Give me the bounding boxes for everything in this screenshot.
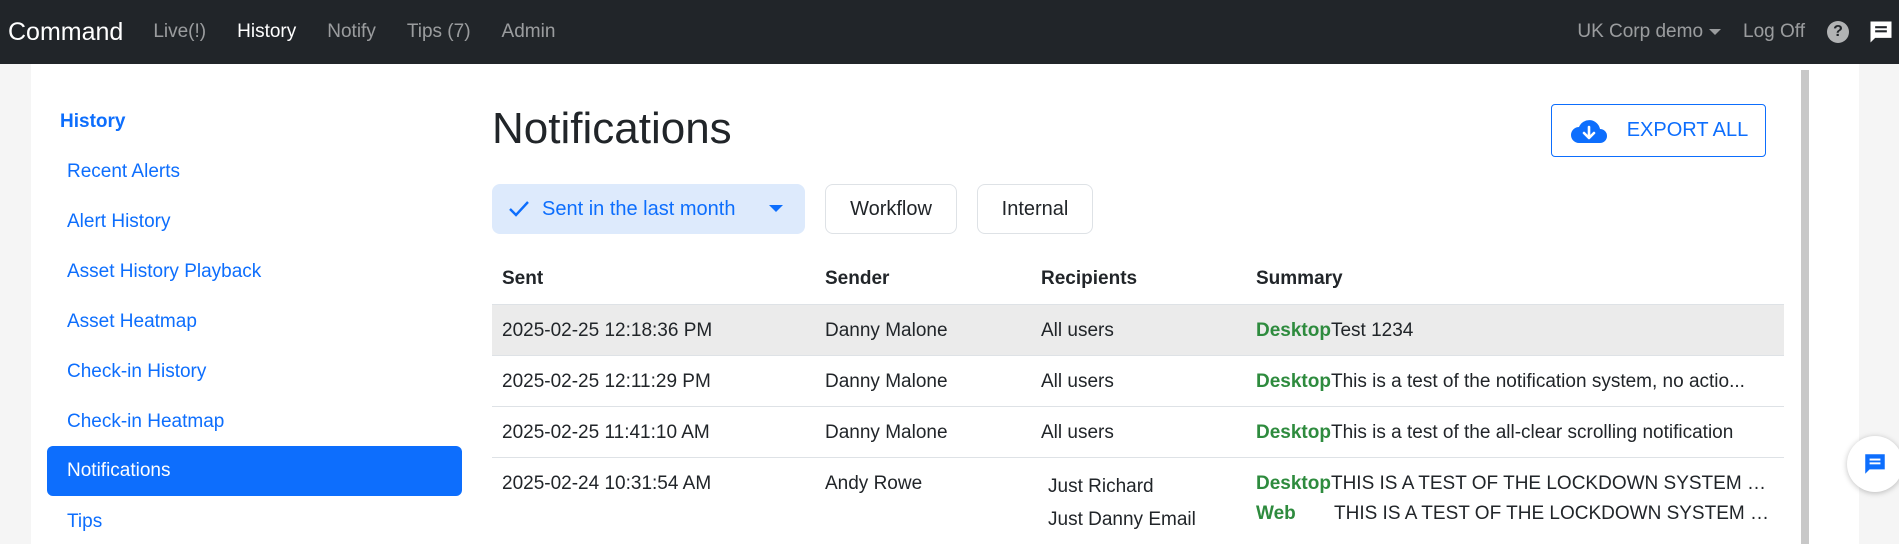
logoff-link[interactable]: Log Off [1743, 21, 1805, 43]
cell-sender: Danny Malone [825, 371, 948, 392]
scrollbar[interactable] [1801, 70, 1809, 544]
sidebar-title: History [60, 111, 126, 132]
summary-text: THIS IS A TEST OF THE LOCKDOWN SYSTEM - … [1330, 473, 1771, 494]
cell-sent: 2025-02-25 12:18:36 PM [502, 320, 713, 341]
nav-links: Live(!) History Notify Tips (7) Admin [153, 21, 586, 43]
sidebar-item-asset-heatmap[interactable]: Asset Heatmap [47, 297, 462, 347]
cell-recipient: Just Richard [1048, 476, 1154, 497]
date-filter-label: Sent in the last month [542, 197, 736, 220]
cell-recipient: All users [1041, 422, 1114, 443]
nav-right: UK Corp demo Log Off ? [1577, 0, 1899, 64]
top-navbar: Command Live(!) History Notify Tips (7) … [0, 0, 1899, 64]
filter-chip-workflow[interactable]: Workflow [825, 184, 957, 234]
export-all-label: EXPORT ALL [1626, 119, 1749, 141]
caret-down-icon [769, 205, 783, 212]
channel-badge: Desktop [1256, 422, 1331, 443]
summary-text: THIS IS A TEST OF THE LOCKDOWN SYSTEM - … [1334, 503, 1774, 524]
org-name: UK Corp demo [1577, 21, 1704, 42]
cell-summary: DesktopThis is a test of the notificatio… [1256, 371, 1745, 393]
cell-sent: 2025-02-25 11:41:10 AM [502, 422, 710, 443]
column-header-summary[interactable]: Summary [1256, 268, 1343, 290]
sidebar-item-alert-history[interactable]: Alert History [47, 197, 462, 247]
cell-sent: 2025-02-24 10:31:54 AM [502, 473, 712, 494]
cell-sender: Andy Rowe [825, 473, 923, 494]
table-row[interactable]: 2025-02-25 12:11:29 PM Danny Malone All … [492, 356, 1784, 407]
sidebar-item-checkin-history[interactable]: Check-in History [47, 347, 462, 397]
summary-text: This is a test of the all-clear scrollin… [1330, 422, 1734, 443]
cloud-download-icon [1570, 119, 1607, 143]
org-dropdown[interactable]: UK Corp demo [1577, 21, 1722, 43]
filter-chip-internal[interactable]: Internal [977, 184, 1093, 234]
nav-tips[interactable]: Tips (7) [407, 21, 471, 43]
page-title: Notifications [492, 104, 732, 153]
date-filter-dropdown[interactable]: Sent in the last month [492, 184, 805, 234]
cell-sent: 2025-02-25 12:11:29 PM [502, 371, 711, 392]
cell-recipient: All users [1041, 371, 1114, 392]
cell-sender: Danny Malone [825, 320, 948, 341]
channel-badge: Desktop [1256, 473, 1331, 494]
table-row[interactable]: 2025-02-25 11:41:10 AM Danny Malone All … [492, 407, 1784, 458]
cell-summary: Web THIS IS A TEST OF THE LOCKDOWN SYSTEM… [1256, 503, 1774, 525]
nav-history[interactable]: History [237, 21, 296, 43]
sidebar-item-notifications[interactable]: Notifications [47, 446, 462, 496]
cell-recipient: All users [1041, 320, 1114, 341]
summary-text: Test 1234 [1330, 320, 1414, 341]
sidebar-item-tips[interactable]: Tips [47, 497, 462, 544]
channel-badge: Desktop [1256, 371, 1331, 392]
caret-down-icon [1709, 29, 1722, 35]
sidebar-item-checkin-heatmap[interactable]: Check-in Heatmap [47, 397, 462, 447]
sidebar-item-recent-alerts[interactable]: Recent Alerts [47, 147, 462, 197]
floating-chat-button[interactable] [1847, 436, 1899, 492]
cell-recipient: Just Danny Email [1048, 509, 1196, 530]
sidebar-item-asset-history-playback[interactable]: Asset History Playback [47, 247, 462, 297]
export-all-button[interactable]: EXPORT ALL [1551, 104, 1766, 157]
cell-summary: DesktopTest 1234 [1256, 320, 1413, 342]
nav-admin[interactable]: Admin [502, 21, 556, 43]
table-row[interactable]: 2025-02-24 10:31:54 AM Andy Rowe Just Ri… [492, 458, 1784, 544]
column-header-recipients[interactable]: Recipients [1041, 268, 1137, 290]
check-icon [509, 201, 529, 217]
nav-notify[interactable]: Notify [327, 21, 376, 43]
chat-icon [1865, 454, 1885, 474]
table-row[interactable]: 2025-02-25 12:18:36 PM Danny Malone All … [492, 304, 1784, 356]
chat-icon[interactable] [1867, 18, 1895, 46]
summary-text: This is a test of the notification syste… [1330, 371, 1745, 392]
cell-summary: DesktopThis is a test of the all-clear s… [1256, 422, 1733, 444]
column-header-sender[interactable]: Sender [825, 268, 889, 290]
column-header-sent[interactable]: Sent [502, 268, 543, 290]
help-icon[interactable]: ? [1827, 21, 1849, 43]
channel-badge: Web [1256, 503, 1296, 524]
brand-logo[interactable]: Command [8, 18, 123, 47]
nav-live[interactable]: Live(!) [153, 21, 206, 43]
cell-sender: Danny Malone [825, 422, 948, 443]
channel-badge: Desktop [1256, 320, 1331, 341]
cell-summary: DesktopTHIS IS A TEST OF THE LOCKDOWN SY… [1256, 473, 1771, 495]
